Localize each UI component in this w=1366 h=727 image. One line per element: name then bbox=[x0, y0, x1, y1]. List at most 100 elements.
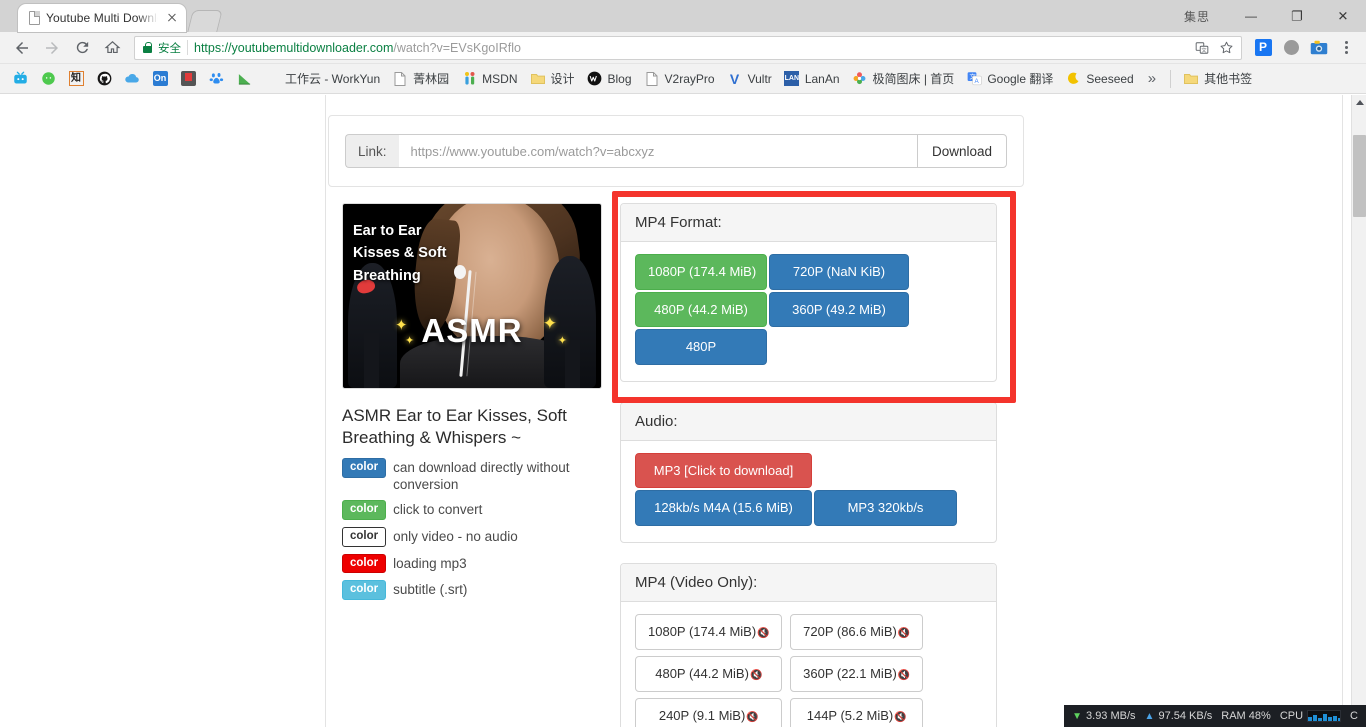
page-viewport: Link: Download bbox=[0, 95, 1366, 727]
red-square-icon bbox=[180, 71, 196, 87]
bookmark-item-vultr[interactable]: V Vultr bbox=[721, 68, 778, 90]
window-label: 集思 bbox=[1183, 9, 1210, 24]
back-button[interactable] bbox=[8, 34, 36, 62]
muted-speaker-icon: 🔇 bbox=[894, 711, 907, 723]
left-column: Ear to Ear Kisses & Soft Breathing ASMR … bbox=[342, 203, 602, 727]
bookmark-item[interactable]: 知 bbox=[62, 68, 90, 90]
bookmarks-overflow-button[interactable]: » bbox=[1140, 70, 1164, 87]
download-speed-value: 3.93 MB/s bbox=[1086, 710, 1136, 722]
new-tab-button[interactable] bbox=[187, 10, 223, 32]
bookmark-label: MSDN bbox=[482, 71, 518, 86]
mp4-format-body: 1080P (174.4 MiB) 720P (NaN KiB) 480P (4… bbox=[621, 242, 996, 381]
bookmark-item-google-translate[interactable]: 文A Google 翻译 bbox=[960, 67, 1059, 90]
button-label: 480P (44.2 MiB) bbox=[655, 665, 749, 681]
video-only-button-360p[interactable]: 360P (22.1 MiB)🔇 bbox=[790, 655, 923, 692]
bookmark-item[interactable]: On bbox=[146, 68, 174, 90]
workyun-icon bbox=[264, 71, 280, 87]
browser-tab[interactable]: Youtube Multi Downlo bbox=[18, 4, 186, 32]
legend-item: color can download directly without conv… bbox=[342, 457, 602, 494]
bookmark-label: 工作云 - WorkYun bbox=[285, 72, 381, 86]
translate-icon[interactable]: 文 bbox=[1193, 39, 1211, 57]
format-button-720p[interactable]: 720P (NaN KiB) bbox=[769, 254, 909, 290]
page-scrollbar[interactable] bbox=[1351, 95, 1366, 727]
bookmark-item[interactable] bbox=[34, 68, 62, 90]
bookmark-item-design[interactable]: 设计 bbox=[524, 67, 581, 90]
baidu-icon bbox=[208, 71, 224, 87]
audio-button-mp3-320kbs[interactable]: MP3 320kb/s bbox=[814, 490, 957, 526]
button-label: 720P (86.6 MiB) bbox=[803, 623, 897, 639]
bookmark-item-lanan[interactable]: LAN LanAn bbox=[778, 68, 846, 90]
screenshot-camera-extension-icon[interactable] bbox=[1306, 35, 1332, 61]
format-button-360p[interactable]: 360P (49.2 MiB) bbox=[769, 291, 909, 328]
bookmark-item-blog[interactable]: Blog bbox=[581, 68, 638, 90]
browser-menu-button[interactable] bbox=[1334, 35, 1358, 61]
upload-speed-item: ▲ 97.54 KB/s bbox=[1145, 710, 1213, 722]
format-button-1080p[interactable]: 1080P (174.4 MiB) bbox=[635, 254, 767, 290]
audio-button-128kbs-m4a[interactable]: 128kb/s M4A (15.6 MiB) bbox=[635, 490, 812, 526]
zhihu-icon: 知 bbox=[68, 71, 84, 87]
bookmark-item-v2raypro[interactable]: V2rayPro bbox=[638, 68, 721, 90]
video-only-button-1080p[interactable]: 1080P (174.4 MiB)🔇 bbox=[635, 613, 783, 650]
legend-label: can download directly without conversion bbox=[393, 459, 570, 493]
bookmark-label: Vultr bbox=[747, 71, 772, 86]
bookmark-item-tuchuang[interactable]: 极简图床 | 首页 bbox=[846, 67, 961, 90]
home-icon bbox=[104, 41, 120, 54]
chart-icon bbox=[236, 71, 252, 87]
bookmark-star-icon[interactable] bbox=[1217, 39, 1235, 57]
button-label: 240P (9.1 MiB) bbox=[658, 707, 746, 723]
other-bookmarks-folder[interactable]: 其他书签 bbox=[1177, 67, 1258, 90]
legend-label: click to convert bbox=[393, 502, 483, 518]
scroll-up-arrow-icon[interactable] bbox=[1352, 95, 1366, 109]
home-button[interactable] bbox=[98, 34, 126, 62]
video-only-button-240p[interactable]: 240P (9.1 MiB)🔇 bbox=[635, 697, 783, 727]
other-bookmarks-label: 其他书签 bbox=[1204, 72, 1253, 86]
bookmark-item[interactable] bbox=[230, 68, 258, 90]
link-input[interactable] bbox=[398, 134, 917, 168]
reload-button[interactable] bbox=[68, 34, 96, 62]
close-window-button[interactable]: ✕ bbox=[1320, 0, 1366, 32]
bookmark-item[interactable] bbox=[202, 68, 230, 90]
legend-swatch: color bbox=[342, 500, 387, 521]
browser-toolbar: 安全 https://youtubemultidownloader.com/wa… bbox=[0, 32, 1366, 64]
bookmark-label: LanAn bbox=[804, 71, 840, 86]
video-thumbnail[interactable]: Ear to Ear Kisses & Soft Breathing ASMR … bbox=[342, 203, 602, 389]
button-label: 1080P (174.4 MiB) bbox=[648, 623, 757, 639]
bookmark-item-jinglinyuan[interactable]: 菁林园 bbox=[386, 67, 455, 90]
download-button[interactable]: Download bbox=[916, 134, 1007, 168]
bookmark-item-msdn[interactable]: MSDN bbox=[455, 68, 523, 90]
video-only-button-480p[interactable]: 480P (44.2 MiB)🔇 bbox=[635, 655, 783, 692]
pocket-extension-icon[interactable]: P bbox=[1250, 35, 1276, 61]
bookmark-item[interactable] bbox=[90, 68, 118, 90]
audio-panel: Audio: MP3 [Click to download] 128kb/s M… bbox=[620, 401, 997, 543]
scrollbar-thumb[interactable] bbox=[1353, 135, 1366, 217]
minimize-button[interactable]: — bbox=[1228, 0, 1274, 32]
format-button-480p[interactable]: 480P (44.2 MiB) bbox=[635, 291, 767, 328]
github-icon bbox=[96, 71, 112, 87]
close-icon: ✕ bbox=[1337, 8, 1349, 24]
forward-button[interactable] bbox=[38, 34, 66, 62]
url-host: https://youtubemultidownloader.com bbox=[194, 40, 394, 55]
bookmark-item[interactable] bbox=[174, 68, 202, 90]
maximize-button[interactable]: ❐ bbox=[1274, 0, 1320, 32]
mp4-video-only-title: MP4 (Video Only): bbox=[621, 563, 996, 602]
bookmark-label: Google 翻译 bbox=[987, 72, 1054, 86]
lock-icon bbox=[143, 42, 152, 53]
bookmark-item[interactable] bbox=[6, 68, 34, 90]
video-only-button-720p[interactable]: 720P (86.6 MiB)🔇 bbox=[790, 613, 923, 650]
page-container: Link: Download bbox=[325, 95, 1343, 727]
sparkle-icon: ✦ bbox=[405, 335, 415, 347]
audio-button-mp3-download[interactable]: MP3 [Click to download] bbox=[635, 452, 812, 489]
legend-item: color only video - no audio bbox=[342, 527, 602, 547]
close-icon[interactable] bbox=[164, 10, 180, 26]
video-only-button-144p[interactable]: 144P (5.2 MiB)🔇 bbox=[790, 697, 923, 727]
bookmark-item-seeseed[interactable]: Seeseed bbox=[1059, 68, 1139, 90]
mp4-video-only-body: 1080P (174.4 MiB)🔇 720P (86.6 MiB)🔇 480P… bbox=[621, 602, 996, 727]
grey-circle-extension-icon[interactable] bbox=[1278, 35, 1304, 61]
bookmark-item-workyun[interactable]: 工作云 - WorkYun bbox=[258, 67, 386, 90]
ram-value: RAM 48% bbox=[1221, 710, 1271, 722]
format-button-480p-alt[interactable]: 480P bbox=[635, 329, 767, 365]
bookmark-item[interactable] bbox=[118, 68, 146, 90]
arrow-left-icon bbox=[16, 41, 28, 54]
address-bar[interactable]: 安全 https://youtubemultidownloader.com/wa… bbox=[134, 35, 1242, 60]
dot bbox=[1344, 46, 1348, 49]
